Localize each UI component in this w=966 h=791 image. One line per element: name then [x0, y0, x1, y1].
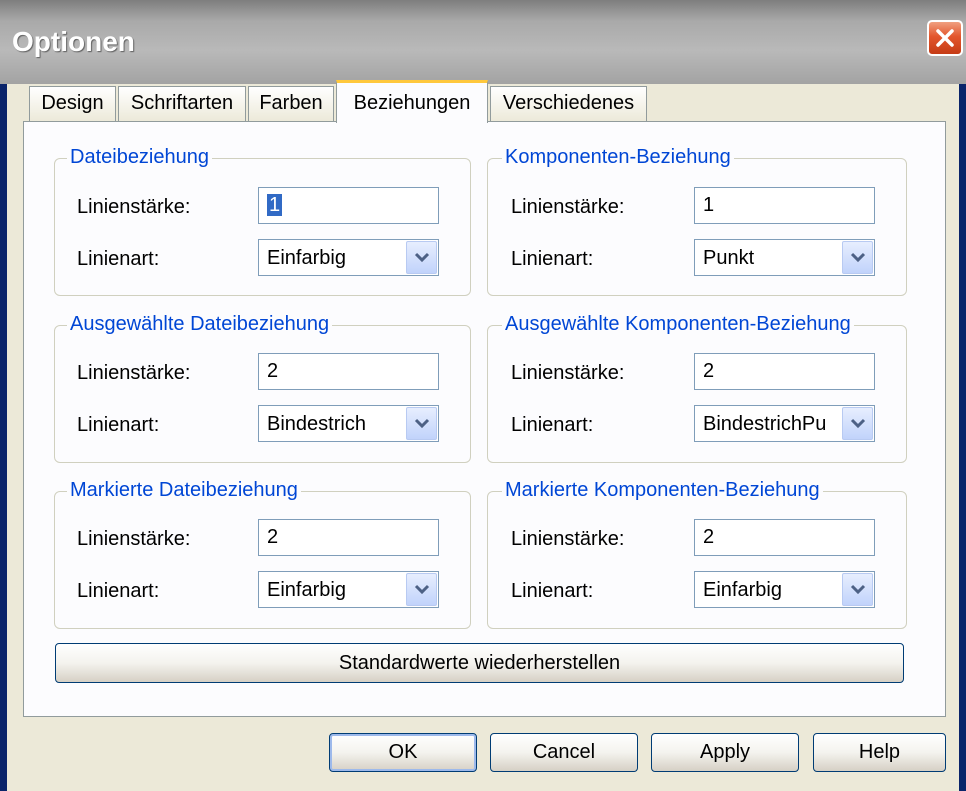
- line-style-value: Einfarbig: [267, 247, 346, 269]
- line-width-input[interactable]: 2: [694, 519, 875, 556]
- line-width-input[interactable]: 1: [694, 187, 875, 224]
- chevron-down-icon: [414, 252, 430, 263]
- group-title: Markierte Dateibeziehung: [67, 479, 301, 502]
- group-markierte-dateibeziehung: [54, 491, 471, 629]
- line-width-input[interactable]: 2: [694, 353, 875, 390]
- cancel-button[interactable]: Cancel: [490, 733, 638, 772]
- dropdown-button[interactable]: [842, 573, 873, 606]
- line-width-label: Linienstärke:: [77, 362, 191, 384]
- dropdown-button[interactable]: [406, 407, 437, 440]
- line-style-select[interactable]: Punkt: [694, 239, 875, 276]
- window-border-right: [959, 84, 966, 791]
- line-style-value: Einfarbig: [703, 579, 782, 601]
- dropdown-button[interactable]: [406, 241, 437, 274]
- restore-defaults-button[interactable]: Standardwerte wiederherstellen: [55, 643, 904, 683]
- tab-verschiedenes[interactable]: Verschiedenes: [490, 86, 647, 122]
- close-button[interactable]: [927, 20, 963, 56]
- selected-text: 1: [267, 194, 283, 216]
- dropdown-button[interactable]: [842, 241, 873, 274]
- window-border-left: [0, 84, 7, 791]
- line-style-label: Linienart:: [77, 580, 160, 602]
- group-title: Ausgewählte Dateibeziehung: [67, 313, 333, 336]
- chevron-down-icon: [850, 252, 866, 263]
- ok-button[interactable]: OK: [329, 733, 477, 772]
- line-style-label: Linienart:: [77, 248, 160, 270]
- line-width-label: Linienstärke:: [511, 196, 625, 218]
- tab-schriftarten[interactable]: Schriftarten: [118, 86, 246, 122]
- title-bar[interactable]: Optionen: [0, 0, 966, 84]
- window-title: Optionen: [12, 26, 135, 57]
- line-style-select[interactable]: Bindestrich: [258, 405, 439, 442]
- line-style-select[interactable]: Einfarbig: [258, 239, 439, 276]
- help-button[interactable]: Help: [813, 733, 946, 772]
- line-width-input[interactable]: 1: [258, 187, 439, 224]
- group-title: Dateibeziehung: [67, 146, 212, 169]
- line-style-value: Einfarbig: [267, 579, 346, 601]
- group-title: Markierte Komponenten-Beziehung: [502, 479, 823, 502]
- line-style-label: Linienart:: [511, 580, 594, 602]
- chevron-down-icon: [414, 418, 430, 429]
- dropdown-button[interactable]: [842, 407, 873, 440]
- line-width-label: Linienstärke:: [77, 528, 191, 550]
- line-style-value: Bindestrich: [267, 413, 366, 435]
- line-style-label: Linienart:: [511, 414, 594, 436]
- line-width-label: Linienstärke:: [511, 362, 625, 384]
- line-style-value: Punkt: [703, 247, 755, 269]
- group-title: Komponenten-Beziehung: [502, 146, 734, 169]
- line-style-label: Linienart:: [77, 414, 160, 436]
- dropdown-button[interactable]: [406, 573, 437, 606]
- line-style-value: BindestrichPu: [703, 413, 827, 435]
- chevron-down-icon: [850, 584, 866, 595]
- tab-farben[interactable]: Farben: [248, 86, 334, 122]
- group-ausgewaehlte-komponenten-beziehung: [487, 325, 907, 463]
- line-width-label: Linienstärke:: [77, 196, 191, 218]
- tab-beziehungen[interactable]: Beziehungen: [336, 80, 488, 123]
- group-markierte-komponenten-beziehung: [487, 491, 907, 629]
- line-width-input[interactable]: 2: [258, 519, 439, 556]
- close-icon: [936, 29, 954, 47]
- line-width-label: Linienstärke:: [511, 528, 625, 550]
- line-style-select[interactable]: Einfarbig: [258, 571, 439, 608]
- chevron-down-icon: [850, 418, 866, 429]
- tab-design[interactable]: Design: [29, 86, 116, 122]
- chevron-down-icon: [414, 584, 430, 595]
- line-style-label: Linienart:: [511, 248, 594, 270]
- group-title: Ausgewählte Komponenten-Beziehung: [502, 313, 854, 336]
- apply-button[interactable]: Apply: [651, 733, 799, 772]
- line-style-select[interactable]: Einfarbig: [694, 571, 875, 608]
- line-width-input[interactable]: 2: [258, 353, 439, 390]
- group-ausgewaehlte-dateibeziehung: [54, 325, 471, 463]
- line-style-select[interactable]: BindestrichPu: [694, 405, 875, 442]
